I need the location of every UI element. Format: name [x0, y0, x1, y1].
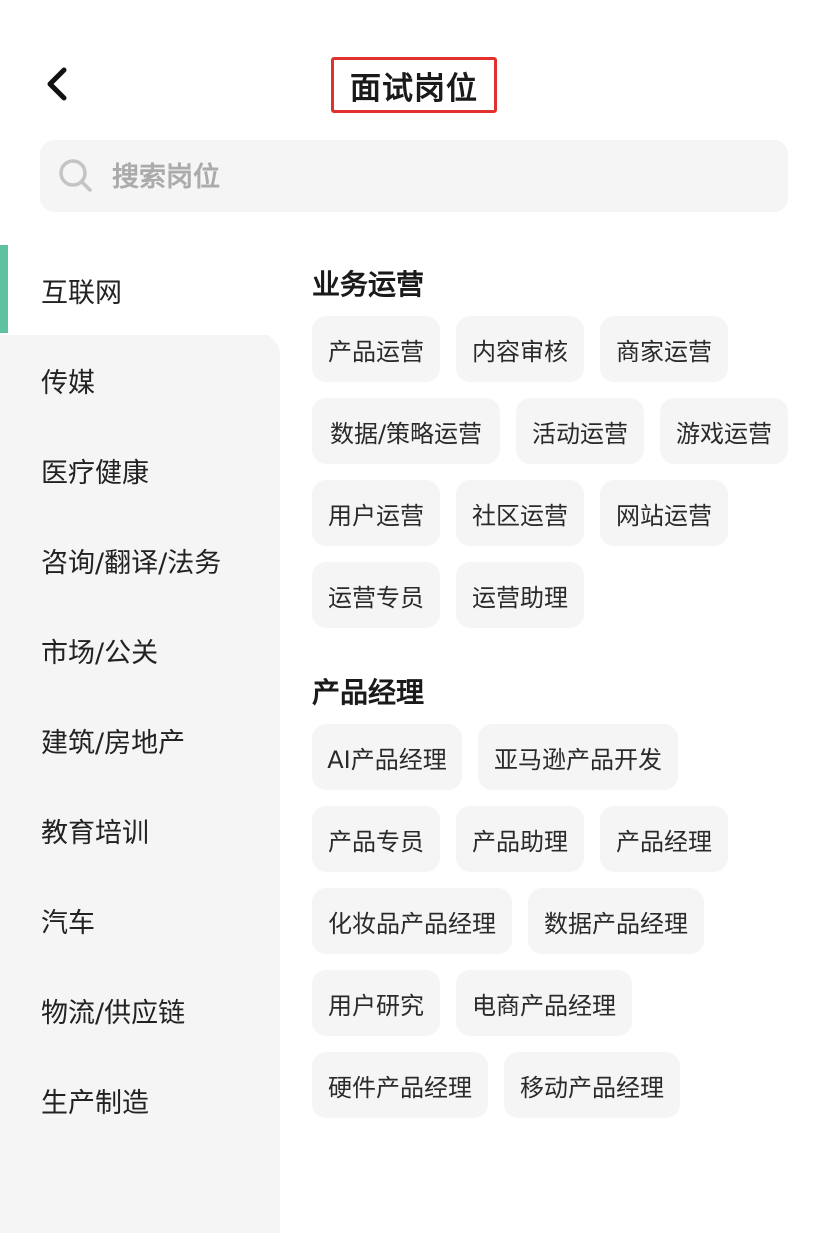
job-chip[interactable]: 商家运营	[600, 316, 728, 382]
title-highlight-box: 面试岗位	[331, 57, 497, 113]
sidebar-item-label: 建筑/房地产	[41, 727, 186, 759]
job-chip[interactable]: 数据/策略运营	[312, 398, 500, 464]
job-chip[interactable]: 亚马逊产品开发	[478, 724, 678, 790]
section-title: 产品经理	[312, 676, 425, 709]
job-chip[interactable]: 活动运营	[516, 398, 644, 464]
sidebar-item-real-estate[interactable]: 建筑/房地产	[0, 695, 280, 785]
sidebar-item-label: 教育培训	[41, 817, 149, 849]
chevron-left-icon	[47, 67, 67, 101]
job-chip[interactable]: 化妆品产品经理	[312, 888, 512, 954]
sidebar-item-label: 汽车	[41, 907, 95, 939]
category-sidebar: 互联网 传媒 医疗健康 咨询/翻译/法务 市场/公关 建筑/房地产 教育培训 汽…	[0, 245, 280, 1233]
job-chip[interactable]: 社区运营	[456, 480, 584, 546]
sidebar-item-label: 医疗健康	[41, 457, 149, 489]
search-bar[interactable]	[40, 140, 788, 214]
job-content: 业务运营 产品运营 内容审核 商家运营 数据/策略运营 活动运营 游戏运营 用户…	[312, 245, 828, 1118]
job-chip[interactable]: 用户研究	[312, 970, 440, 1036]
sidebar-item-label: 市场/公关	[41, 637, 159, 669]
job-chip[interactable]: 产品经理	[600, 806, 728, 872]
job-chip[interactable]: 产品专员	[312, 806, 440, 872]
sidebar-item-label: 互联网	[41, 277, 122, 309]
back-button[interactable]	[40, 62, 80, 106]
sidebar-item-label: 物流/供应链	[41, 997, 186, 1029]
job-chip[interactable]: AI产品经理	[312, 724, 462, 790]
search-icon	[59, 159, 92, 192]
sidebar-item-label: 传媒	[41, 367, 95, 399]
header: 面试岗位	[0, 0, 828, 140]
sidebar-item-media[interactable]: 传媒	[0, 335, 280, 425]
job-chip[interactable]: 内容审核	[456, 316, 584, 382]
job-chip[interactable]: 移动产品经理	[504, 1052, 680, 1118]
job-chip[interactable]: 数据产品经理	[528, 888, 704, 954]
active-indicator	[0, 245, 8, 333]
search-input[interactable]	[110, 140, 714, 214]
job-chip[interactable]: 运营助理	[456, 562, 584, 628]
job-chip[interactable]: 产品运营	[312, 316, 440, 382]
sidebar-item-automotive[interactable]: 汽车	[0, 875, 280, 965]
job-chip[interactable]: 网站运营	[600, 480, 728, 546]
job-chip[interactable]: 产品助理	[456, 806, 584, 872]
sidebar-item-label: 咨询/翻译/法务	[41, 547, 222, 579]
sidebar-item-logistics[interactable]: 物流/供应链	[0, 965, 280, 1055]
sidebar-item-manufacturing[interactable]: 生产制造	[0, 1055, 280, 1145]
sidebar-item-education[interactable]: 教育培训	[0, 785, 280, 875]
job-chip[interactable]: 运营专员	[312, 562, 440, 628]
sidebar-item-marketing[interactable]: 市场/公关	[0, 605, 280, 695]
page-title: 面试岗位	[350, 70, 478, 107]
section-title: 业务运营	[312, 268, 425, 301]
sidebar-item-consulting[interactable]: 咨询/翻译/法务	[0, 515, 280, 605]
job-chip[interactable]: 用户运营	[312, 480, 440, 546]
sidebar-item-label: 生产制造	[41, 1087, 149, 1119]
sidebar-item-internet[interactable]: 互联网	[0, 245, 280, 335]
job-chip[interactable]: 游戏运营	[660, 398, 788, 464]
sidebar-item-healthcare[interactable]: 医疗健康	[0, 425, 280, 515]
job-chip[interactable]: 电商产品经理	[456, 970, 632, 1036]
job-chip[interactable]: 硬件产品经理	[312, 1052, 488, 1118]
